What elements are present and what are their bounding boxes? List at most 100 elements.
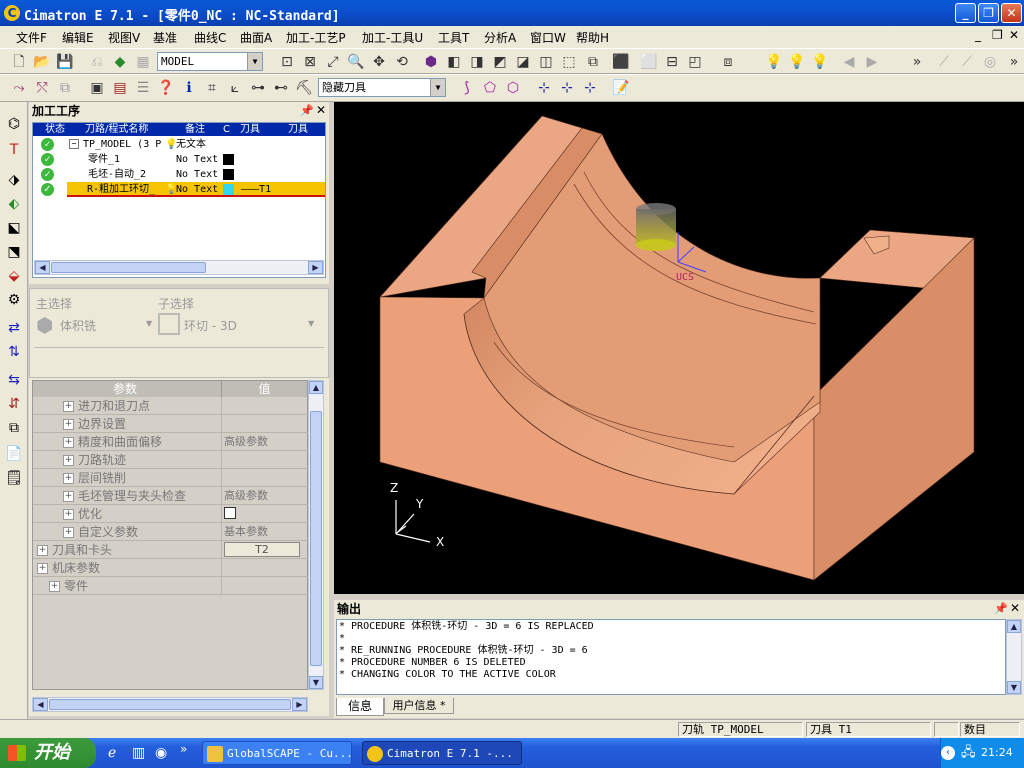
expand-icon[interactable]: + xyxy=(63,419,74,430)
horizontal-scrollbar[interactable]: ◀ ▶ xyxy=(34,260,324,275)
expand-icon[interactable]: + xyxy=(63,473,74,484)
param-row[interactable]: + 自定义参数 基本参数 xyxy=(33,523,309,541)
notes-icon[interactable]: 🗒 xyxy=(4,468,24,488)
execute-procedure-icon[interactable]: ⇄ xyxy=(4,318,24,338)
copy-procedure-icon[interactable]: ⧉ xyxy=(56,79,74,97)
horizontal-scrollbar[interactable]: ◀ ▶ xyxy=(32,697,308,712)
target-icon[interactable]: ◎ xyxy=(981,53,999,71)
render-mode-icon[interactable]: ◰ xyxy=(686,53,704,71)
param-value[interactable] xyxy=(221,559,309,576)
menu-datum[interactable]: 基准 xyxy=(153,29,177,46)
ucs-3-icon[interactable]: ⊹ xyxy=(581,79,599,97)
optimize-checkbox[interactable] xyxy=(224,507,236,519)
open-file-icon[interactable]: 📂 xyxy=(33,53,51,71)
param-row[interactable]: + 毛坯管理与夹头检查 高级参数 xyxy=(33,487,309,505)
tray-expand-icon[interactable]: ‹ xyxy=(941,746,955,760)
menu-analysis[interactable]: 分析A xyxy=(484,29,516,46)
menu-window[interactable]: 窗口W xyxy=(530,29,566,46)
shaded-icon[interactable]: ⬛ xyxy=(612,53,630,71)
hidden-line-icon[interactable]: ⊟ xyxy=(663,53,681,71)
col-name[interactable]: 刀路/程式名称 xyxy=(85,123,148,136)
col-tool-2[interactable]: 刀具 xyxy=(288,123,308,136)
scroll-left-icon[interactable]: ◀ xyxy=(35,261,50,274)
panel-close-icon[interactable]: ✕ xyxy=(316,103,326,117)
new-file-icon[interactable]: 🗋 xyxy=(10,53,28,71)
model-combo[interactable]: MODEL ▼ xyxy=(157,52,263,71)
expand-icon[interactable]: + xyxy=(63,527,74,538)
ie-icon[interactable]: ℯ xyxy=(108,745,116,761)
param-row[interactable]: + 零件 xyxy=(33,577,309,595)
param-value[interactable]: 基本参数 xyxy=(221,523,309,540)
scroll-thumb[interactable] xyxy=(49,699,291,710)
scroll-right-icon[interactable]: ▶ xyxy=(292,698,307,711)
output-close-icon[interactable]: ✕ xyxy=(1010,601,1020,615)
col-tool[interactable]: 刀具 xyxy=(240,123,260,136)
menu-view[interactable]: 视图V xyxy=(108,29,140,46)
param-value[interactable]: 高级参数 xyxy=(221,487,309,504)
gpp-icon[interactable]: ⇵ xyxy=(4,394,24,414)
tree-row-selected[interactable]: R-粗加工环切_ 💡 No Text ———T1 xyxy=(67,182,325,197)
forward-arrow-icon[interactable]: ▶ xyxy=(863,53,881,71)
distance-icon[interactable]: ⟋ xyxy=(958,53,976,71)
document-icon[interactable]: 📄 xyxy=(4,444,24,464)
menu-tools[interactable]: 工具T xyxy=(438,29,469,46)
param-row[interactable]: + 刀具和卡头 T2 xyxy=(33,541,309,559)
pan-icon[interactable]: ✥ xyxy=(370,53,388,71)
color-swatch[interactable] xyxy=(223,184,234,195)
light-icon[interactable]: 💡 xyxy=(788,53,806,71)
param-value[interactable]: T2 xyxy=(221,541,309,558)
view-right-icon[interactable]: ◪ xyxy=(514,53,532,71)
vertical-scrollbar[interactable]: ▲ ▼ xyxy=(308,380,324,690)
param-row[interactable]: + 进刀和退刀点 xyxy=(33,397,309,415)
col-param[interactable]: 参数 xyxy=(113,381,137,397)
tree-row[interactable]: ✓ − TP_MODEL (3 P 💡 无文本 xyxy=(33,137,325,152)
view-left-icon[interactable]: ◩ xyxy=(491,53,509,71)
param-row[interactable]: + 精度和曲面偏移 高级参数 xyxy=(33,433,309,451)
light-off-icon[interactable]: 💡 xyxy=(811,53,829,71)
expand-icon[interactable]: + xyxy=(63,401,74,412)
output-scrollbar[interactable]: ▲ ▼ xyxy=(1006,619,1022,695)
close-button[interactable]: ✕ xyxy=(1001,3,1022,23)
quicklaunch-icon[interactable]: ▥ xyxy=(132,745,145,761)
menu-file[interactable]: 文件F xyxy=(16,29,47,46)
expand-icon[interactable]: + xyxy=(63,437,74,448)
col-color[interactable]: C xyxy=(223,123,230,136)
view-top-icon[interactable]: ◫ xyxy=(537,53,555,71)
param-value[interactable] xyxy=(221,505,309,522)
scroll-down-icon[interactable]: ▼ xyxy=(309,676,323,689)
wireframe-icon[interactable]: ⬜ xyxy=(640,53,658,71)
param-row[interactable]: + 边界设置 xyxy=(33,415,309,433)
view-iso-icon[interactable]: ⬢ xyxy=(422,53,440,71)
tree-2-icon[interactable]: ⊷ xyxy=(272,79,290,97)
ucs-icon[interactable]: ⊹ xyxy=(535,79,553,97)
tree-row[interactable]: ✓ 零件_1 No Text xyxy=(33,152,325,167)
simulation-icon[interactable]: ⇅ xyxy=(4,342,24,362)
scroll-down-icon[interactable]: ▼ xyxy=(1007,681,1021,694)
save-icon[interactable]: 💾 xyxy=(56,53,74,71)
param-value[interactable]: 高级参数 xyxy=(221,433,309,450)
zoom-icon[interactable]: 🔍 xyxy=(347,53,365,71)
ucs-2-icon[interactable]: ⊹ xyxy=(558,79,576,97)
expand-icon[interactable]: + xyxy=(37,545,48,556)
list-icon[interactable]: ☰ xyxy=(134,79,152,97)
compare-icon[interactable]: ⬡ xyxy=(504,79,522,97)
layer-icon[interactable]: ▦ xyxy=(134,53,152,71)
maximize-button[interactable]: ❐ xyxy=(978,3,999,23)
part-icon[interactable]: ⬗ xyxy=(4,170,24,190)
param-value[interactable] xyxy=(221,451,309,468)
report-icon[interactable]: 📝 xyxy=(612,79,630,97)
main-select-dropdown[interactable]: ⬢ 体积铣 ▼ xyxy=(34,313,156,337)
param-row[interactable]: + 优化 xyxy=(33,505,309,523)
start-button[interactable]: 开始 xyxy=(0,738,96,768)
model-layer-icon[interactable]: ◆ xyxy=(111,53,129,71)
mdi-restore-button[interactable]: ❐ xyxy=(992,28,1003,42)
rotate-icon[interactable]: ⟲ xyxy=(393,53,411,71)
menu-nc-process[interactable]: 加工-工艺P xyxy=(286,29,346,46)
post-icon[interactable]: ⇆ xyxy=(4,370,24,390)
menu-surface[interactable]: 曲面A xyxy=(240,29,272,46)
help-box-icon[interactable]: ❓ xyxy=(157,79,175,97)
expand-icon[interactable]: + xyxy=(63,491,74,502)
tab-user-info[interactable]: 用户信息 * xyxy=(384,698,454,714)
toolbar-more-icon[interactable]: » xyxy=(908,53,926,71)
media-icon[interactable]: ◉ xyxy=(155,745,167,761)
